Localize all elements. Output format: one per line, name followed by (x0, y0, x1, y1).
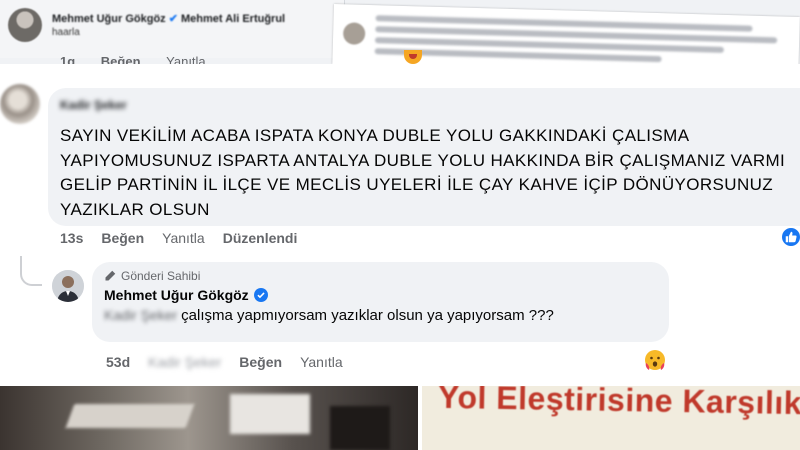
add-reaction-emoji-icon[interactable] (643, 348, 667, 372)
comment-text: SAYIN VEKİLİM ACABA ISPATA KONYA DUBLE Y… (60, 126, 786, 219)
comment-bubble: Kadir Şeker SAYIN VEKİLİM ACABA ISPATA K… (48, 88, 800, 226)
reply-reply-button[interactable]: Yanıtla (300, 354, 343, 370)
commenter-avatar[interactable] (0, 84, 40, 124)
office-photo (0, 386, 418, 450)
like-reaction-icon[interactable] (780, 226, 800, 248)
reply-thread-connector (20, 256, 42, 286)
pencil-icon (105, 270, 116, 281)
comment-reply-button[interactable]: Yanıtla (162, 230, 205, 246)
previous-comment-actions: 1g Beğen Yanıtla (60, 54, 228, 64)
overlay-blurred-text (374, 15, 785, 64)
verified-badge-icon (253, 288, 268, 302)
comment-author-name[interactable]: Kadir Şeker (60, 98, 127, 112)
previous-comment-snippet: haarla (52, 27, 80, 38)
reply-bubble: Gönderi Sahibi Mehmet Uğur Gökgöz Kadir … (92, 262, 669, 342)
headline-banner: Yol Eleştirisine Karşılık (418, 386, 800, 450)
previous-comment-avatar (8, 8, 42, 42)
previous-comment-header: Mehmet Uğur Gökgöz ✔ Mehmet Ali Ertuğrul (52, 12, 285, 25)
reply-actions: 53d Kadir Şeker Beğen Yanıtla (106, 354, 343, 370)
reply-author-name[interactable]: Mehmet Uğur Gökgöz (104, 287, 249, 303)
reply-mention-tag[interactable]: Kadir Şeker (104, 307, 177, 323)
overlay-avatar (342, 22, 366, 45)
previous-comment-like-button[interactable]: Beğen (101, 54, 141, 64)
photo-computer (230, 394, 310, 434)
owner-avatar[interactable] (52, 270, 84, 302)
overlay-screenshot-card (332, 4, 800, 64)
reply-like-button[interactable]: Beğen (239, 354, 282, 370)
bottom-collage-strip: Yol Eleştirisine Karşılık (0, 386, 800, 450)
verified-icon: ✔ (168, 13, 178, 25)
top-collage-strip: Mehmet Uğur Gökgöz ✔ Mehmet Ali Ertuğrul… (0, 0, 800, 64)
reply-text: çalışma yapmıyorsam yazıklar olsun ya ya… (181, 307, 554, 324)
photo-desk (65, 404, 195, 428)
hushed-face-icon (645, 350, 665, 370)
owner-avatar-portrait-icon (52, 270, 84, 302)
comment-timestamp[interactable]: 13s (60, 230, 83, 246)
photo-chair (330, 406, 390, 450)
reply-hidden-name: Kadir Şeker (148, 354, 222, 370)
reply-timestamp[interactable]: 53d (106, 354, 130, 370)
post-owner-badge: Gönderi Sahibi (104, 269, 657, 283)
comment-like-button[interactable]: Beğen (101, 230, 144, 246)
previous-comment-reply-button[interactable]: Yanıtla (166, 54, 206, 64)
previous-comment-author: Mehmet Uğur Gökgöz (52, 13, 166, 25)
comment-edited-label: Düzenlendi (222, 230, 298, 246)
comment-thread: Kadir Şeker SAYIN VEKİLİM ACABA ISPATA K… (0, 66, 800, 386)
previous-comment-time: 1g (60, 54, 76, 64)
reply-author-row: Mehmet Uğur Gökgöz (104, 287, 657, 303)
previous-comment-card: Mehmet Uğur Gökgöz ✔ Mehmet Ali Ertuğrul… (0, 0, 345, 58)
reply-content: Kadir Şeker çalışma yapmıyorsam yazıklar… (104, 307, 657, 324)
headline-text: Yol Eleştirisine Karşılık (437, 386, 800, 422)
previous-comment-mention: Mehmet Ali Ertuğrul (181, 13, 286, 25)
thumbs-up-icon (785, 231, 797, 243)
post-owner-label: Gönderi Sahibi (121, 269, 201, 283)
comment-actions: 13s Beğen Yanıtla Düzenlendi (60, 230, 297, 246)
